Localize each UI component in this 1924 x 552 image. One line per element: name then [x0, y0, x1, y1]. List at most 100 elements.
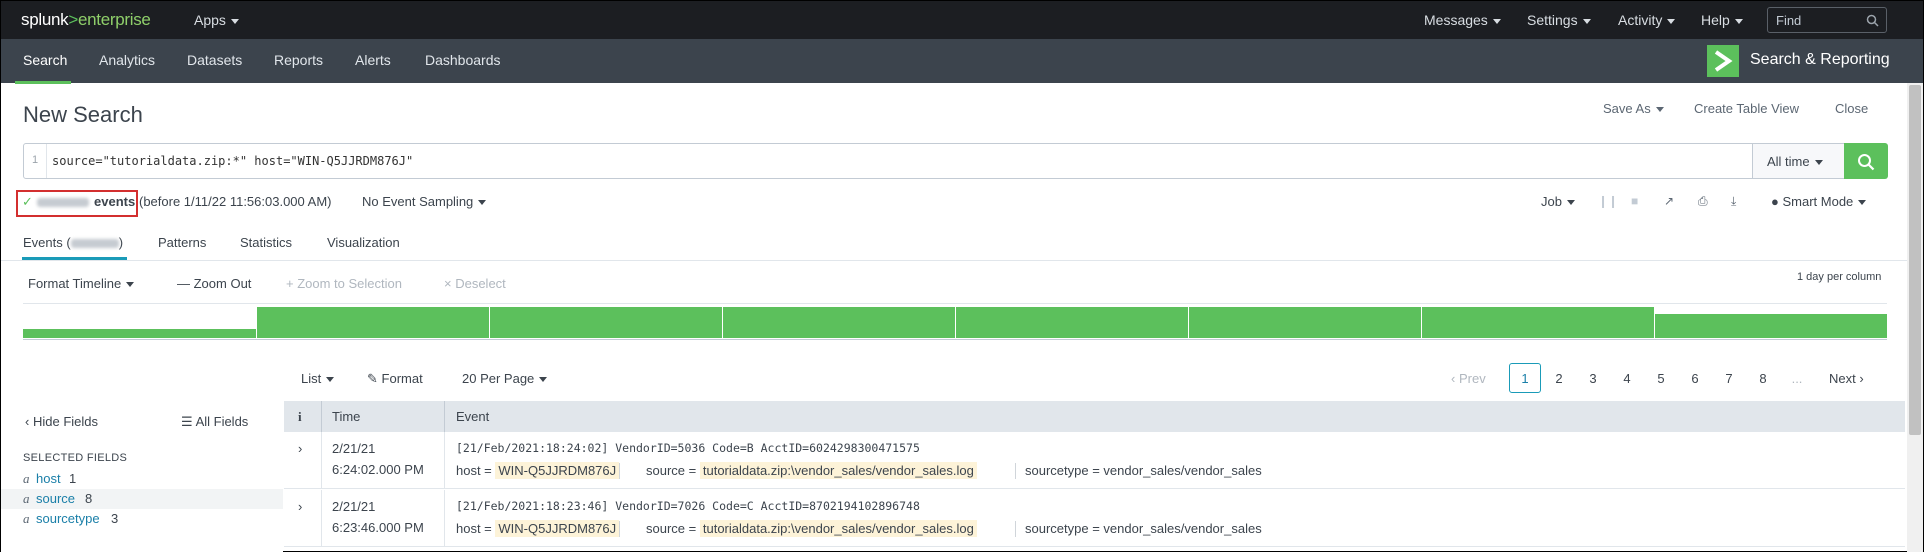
stop-icon[interactable]: ■ — [1631, 194, 1638, 208]
field-item-source[interactable]: a source 8 — [1, 489, 283, 509]
page-1-button[interactable]: 1 — [1515, 371, 1535, 386]
column-divider — [444, 490, 445, 547]
nav-tab-reports[interactable]: Reports — [274, 52, 323, 68]
meta-source[interactable]: source = tutorialdata.zip:\vendor_sales/… — [646, 520, 977, 537]
create-table-view-button[interactable]: Create Table View — [1694, 101, 1799, 116]
timeline-column[interactable] — [23, 329, 256, 338]
all-fields-button[interactable]: ☰ All Fields — [181, 414, 248, 430]
nav-tab-alerts[interactable]: Alerts — [355, 52, 391, 68]
timeline-column[interactable] — [257, 307, 489, 338]
chevron-down-icon — [1492, 18, 1501, 24]
timeline-column[interactable] — [956, 307, 1188, 338]
close-button[interactable]: Close — [1835, 101, 1868, 116]
tab-events[interactable]: Events () — [23, 235, 123, 250]
settings-menu[interactable]: Settings — [1527, 12, 1591, 28]
field-name[interactable]: sourcetype — [36, 511, 100, 526]
help-menu[interactable]: Help — [1701, 12, 1743, 28]
list-view-dropdown[interactable]: List — [301, 371, 335, 386]
field-name[interactable]: host — [36, 471, 61, 486]
meta-source[interactable]: source = tutorialdata.zip:\vendor_sales/… — [646, 462, 977, 479]
timeline-column[interactable] — [490, 307, 722, 338]
time-range-picker[interactable]: All time — [1752, 144, 1844, 178]
timeline-column[interactable] — [723, 307, 955, 338]
find-input[interactable]: Find — [1767, 7, 1887, 33]
export-icon[interactable]: ⤓ — [1731, 194, 1736, 209]
next-page-button[interactable]: Next › — [1829, 371, 1864, 386]
app-title[interactable]: Search & Reporting — [1750, 51, 1890, 69]
chevron-down-icon — [539, 377, 548, 383]
save-as-button[interactable]: Save As — [1603, 101, 1664, 116]
bulb-icon: ● — [1771, 194, 1779, 209]
meta-separator — [619, 521, 620, 537]
event-column-header[interactable]: Event — [456, 409, 489, 424]
page-4-button[interactable]: 4 — [1617, 371, 1637, 386]
deselect-button[interactable]: × Deselect — [444, 276, 506, 291]
chevron-left-icon: ‹ — [1451, 371, 1456, 386]
meta-host[interactable]: host = WIN-Q5JJRDM876J — [456, 520, 620, 537]
expand-chevron-icon[interactable]: › — [298, 499, 302, 514]
event-sampling-dropdown[interactable]: No Event Sampling — [362, 194, 487, 209]
search-bar: 1 source="tutorialdata.zip:*" host="WIN-… — [23, 143, 1888, 179]
page-8-button[interactable]: 8 — [1753, 371, 1773, 386]
timeline-column[interactable] — [1189, 307, 1421, 338]
search-query-input[interactable]: source="tutorialdata.zip:*" host="WIN-Q5… — [52, 154, 413, 168]
page-5-button[interactable]: 5 — [1651, 371, 1671, 386]
meta-sourcetype[interactable]: sourcetype = vendor_sales/vendor_sales — [1025, 463, 1262, 478]
page-6-button[interactable]: 6 — [1685, 371, 1705, 386]
meta-separator — [1015, 521, 1016, 537]
timeline-axis — [23, 339, 1887, 340]
format-button[interactable]: ✎ Format — [367, 371, 423, 387]
chevron-left-icon: ‹ — [25, 414, 30, 429]
scrollbar-thumb[interactable] — [1909, 85, 1921, 435]
event-date: 2/21/21 — [332, 499, 376, 514]
apps-menu[interactable]: Apps — [194, 12, 239, 28]
expand-chevron-icon[interactable]: › — [298, 441, 302, 456]
column-divider — [444, 401, 445, 432]
search-button[interactable] — [1844, 143, 1888, 179]
timeline-chart[interactable] — [23, 303, 1887, 339]
timeline-column[interactable] — [1655, 314, 1887, 338]
format-timeline-menu[interactable]: Format Timeline — [28, 276, 135, 291]
nav-tab-datasets[interactable]: Datasets — [187, 52, 242, 68]
print-icon[interactable]: ⎙ — [1698, 194, 1708, 209]
chevron-down-icon — [1858, 200, 1867, 206]
splunk-logo[interactable]: splunk>enterprise — [21, 10, 151, 30]
timeline-column[interactable] — [1422, 307, 1654, 338]
zoom-out-button[interactable]: — Zoom Out — [177, 276, 251, 291]
share-icon[interactable]: ↗ — [1664, 194, 1674, 208]
field-item-sourcetype[interactable]: a sourcetype 3 — [1, 511, 283, 531]
tab-patterns[interactable]: Patterns — [158, 235, 206, 250]
event-raw-text[interactable]: [21/Feb/2021:18:23:46] VendorID=7026 Cod… — [456, 499, 920, 513]
nav-tab-search[interactable]: Search — [23, 52, 67, 68]
messages-menu[interactable]: Messages — [1424, 12, 1501, 28]
prev-page-button[interactable]: ‹ Prev — [1451, 371, 1486, 386]
page-7-button[interactable]: 7 — [1719, 371, 1739, 386]
job-menu[interactable]: Job — [1541, 194, 1575, 209]
event-time: 6:24:02.000 PM — [332, 462, 424, 477]
event-raw-text[interactable]: [21/Feb/2021:18:24:02] VendorID=5036 Cod… — [456, 441, 920, 455]
meta-sourcetype[interactable]: sourcetype = vendor_sales/vendor_sales — [1025, 521, 1262, 536]
tab-visualization[interactable]: Visualization — [327, 235, 400, 250]
nav-tab-analytics[interactable]: Analytics — [99, 52, 155, 68]
chevron-down-icon — [230, 18, 239, 24]
info-column-header[interactable]: i — [298, 409, 302, 425]
search-mode-dropdown[interactable]: ● Smart Mode — [1771, 194, 1867, 209]
chevron-down-icon — [1566, 200, 1575, 206]
tab-statistics[interactable]: Statistics — [240, 235, 292, 250]
chevron-down-icon — [326, 377, 335, 383]
hide-fields-button[interactable]: ‹ Hide Fields — [25, 414, 98, 429]
chevron-down-icon — [1582, 18, 1591, 24]
field-item-host[interactable]: a host 1 — [1, 471, 283, 491]
activity-menu[interactable]: Activity — [1618, 12, 1676, 28]
nav-tab-dashboards[interactable]: Dashboards — [425, 52, 501, 68]
field-name[interactable]: source — [36, 491, 75, 506]
per-page-dropdown[interactable]: 20 Per Page — [462, 371, 548, 386]
zoom-to-selection-button[interactable]: + Zoom to Selection — [286, 276, 402, 291]
field-type: a — [23, 471, 30, 486]
pause-icon[interactable]: ❙❙ — [1598, 194, 1618, 208]
chevron-down-icon — [1734, 18, 1743, 24]
page-2-button[interactable]: 2 — [1549, 371, 1569, 386]
page-3-button[interactable]: 3 — [1583, 371, 1603, 386]
time-column-header[interactable]: Time — [332, 409, 360, 424]
meta-host[interactable]: host = WIN-Q5JJRDM876J — [456, 462, 620, 479]
